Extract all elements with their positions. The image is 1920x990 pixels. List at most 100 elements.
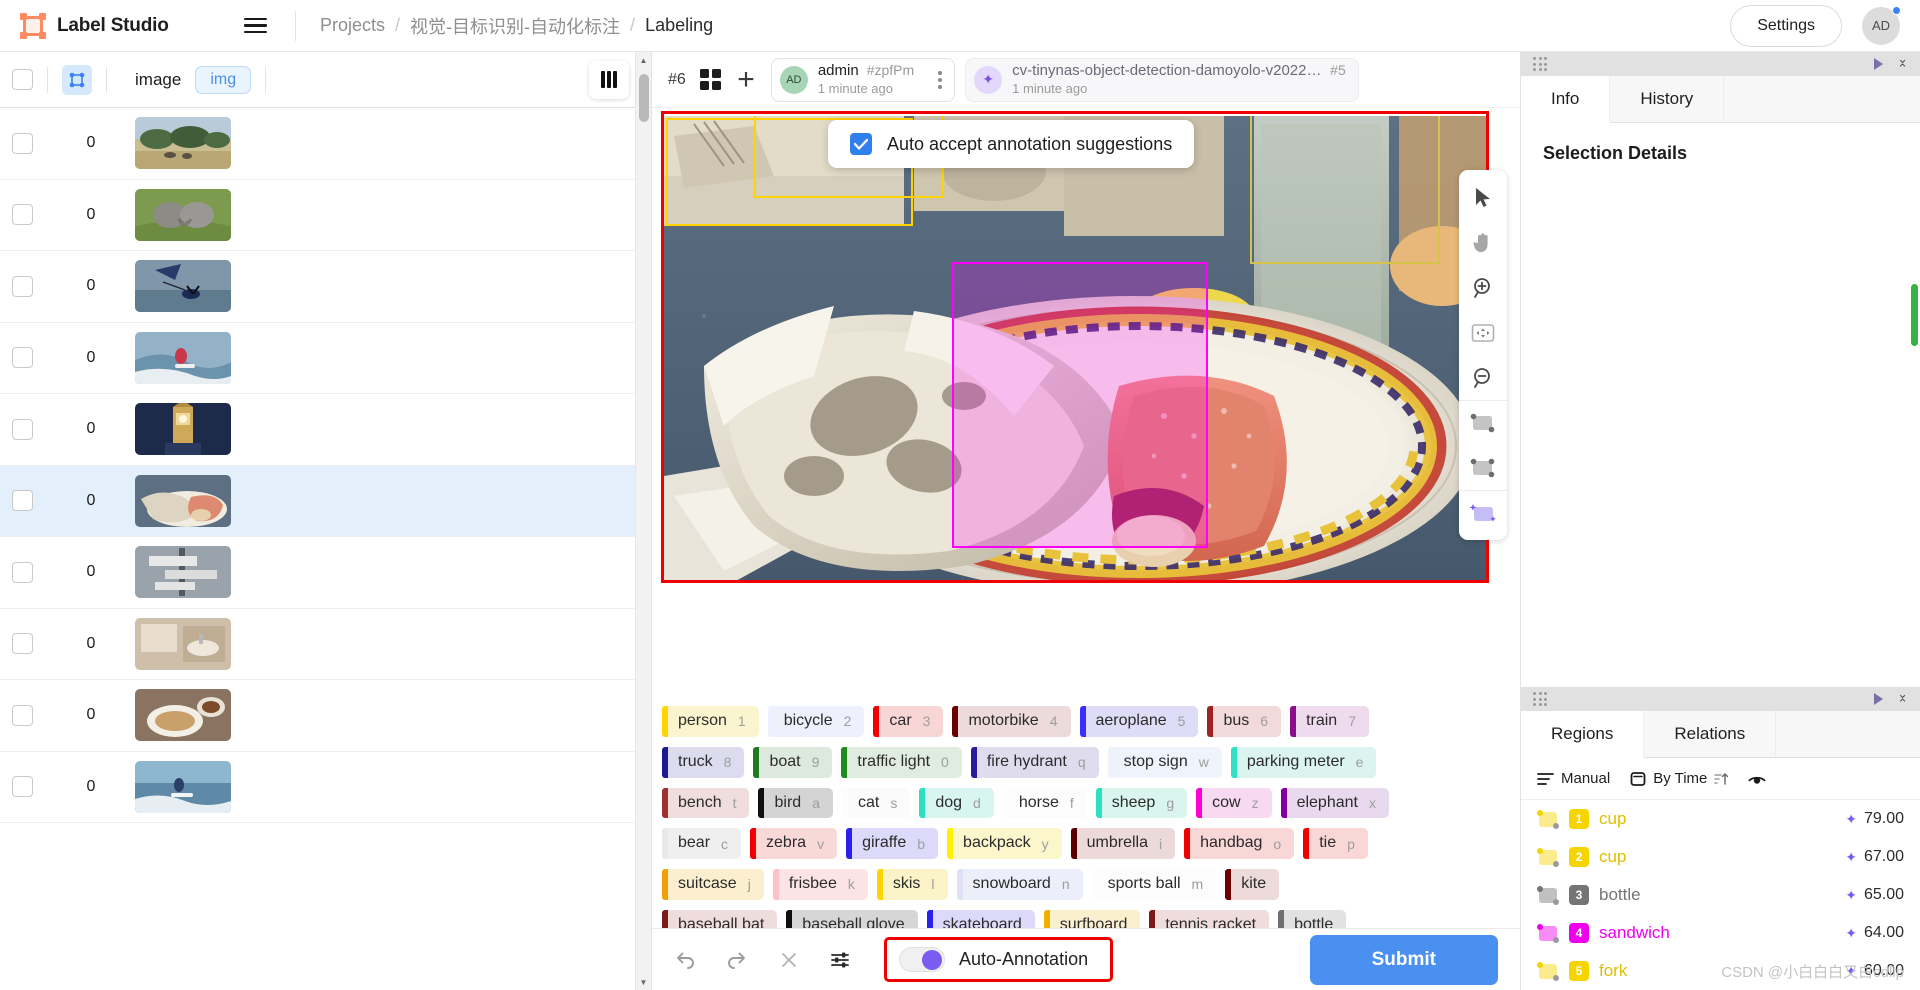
select-all-checkbox[interactable]: [12, 69, 33, 90]
collapse-icon[interactable]: ⌄ ⌃: [1897, 51, 1908, 75]
label-chip-fire-hydrant[interactable]: fire hydrant q: [970, 746, 1099, 778]
label-chip-traffic-light[interactable]: traffic light 0: [841, 746, 962, 778]
label-chip-bus[interactable]: bus 6: [1207, 706, 1282, 737]
label-chip-truck[interactable]: truck 8: [662, 746, 745, 778]
label-chip-giraffe[interactable]: giraffe b: [846, 828, 939, 860]
row-checkbox[interactable]: [12, 704, 33, 726]
image-canvas[interactable]: [664, 116, 1486, 582]
row-checkbox[interactable]: [12, 561, 33, 583]
row-checkbox[interactable]: [12, 132, 33, 154]
label-chip-snowboard[interactable]: snowboard n: [956, 869, 1083, 900]
tab-relations[interactable]: Relations: [1644, 711, 1777, 757]
label-chip-horse[interactable]: horse f: [1002, 787, 1087, 819]
pan-hand-icon[interactable]: [1459, 220, 1507, 265]
label-chip-baseball-bat[interactable]: baseball bat: [662, 909, 778, 928]
label-chip-cow[interactable]: cow z: [1196, 787, 1272, 819]
tab-info[interactable]: Info: [1521, 76, 1611, 123]
row-checkbox[interactable]: [12, 418, 33, 440]
region-row[interactable]: 3 bottle ✦ 65.00: [1521, 876, 1920, 914]
auto-annotation-control[interactable]: Auto-Annotation: [884, 937, 1114, 982]
table-row[interactable]: 0: [0, 108, 651, 180]
brand-block[interactable]: Label Studio: [20, 12, 230, 39]
row-checkbox[interactable]: [12, 490, 33, 512]
label-chip-elephant[interactable]: elephant x: [1280, 787, 1389, 819]
expand-icon[interactable]: [1874, 693, 1884, 705]
table-row[interactable]: 0: [0, 394, 651, 466]
settings-button[interactable]: Settings: [1730, 4, 1842, 47]
submit-button[interactable]: Submit: [1309, 934, 1498, 985]
region-row[interactable]: 2 cup ✦ 67.00: [1521, 838, 1920, 876]
undo-icon[interactable]: [670, 945, 700, 975]
regions-manual-order[interactable]: Manual: [1537, 770, 1610, 787]
regions-sort-by-time[interactable]: By Time: [1630, 770, 1729, 787]
label-chip-car[interactable]: car 3: [873, 706, 944, 737]
label-chip-skateboard[interactable]: skateboard: [926, 909, 1035, 928]
cursor-icon[interactable]: [1459, 175, 1507, 220]
table-row[interactable]: 0: [0, 608, 651, 680]
row-checkbox[interactable]: [12, 204, 33, 226]
auto-accept-checkbox[interactable]: [850, 133, 872, 155]
table-row[interactable]: 0: [0, 465, 651, 537]
info-panel-scrollbar[interactable]: [1911, 284, 1918, 346]
drag-handle-icon[interactable]: [1533, 57, 1547, 71]
label-chip-sheep[interactable]: sheep g: [1095, 787, 1188, 819]
scroll-thumb[interactable]: [639, 74, 649, 122]
table-row[interactable]: 0: [0, 680, 651, 752]
redo-icon[interactable]: [722, 945, 752, 975]
info-panel-grip[interactable]: ⌄ ⌃: [1521, 51, 1920, 76]
scroll-up-arrow[interactable]: ▲: [636, 52, 651, 68]
annotation-menu-icon[interactable]: [938, 70, 943, 89]
columns-button[interactable]: [589, 60, 629, 99]
label-chip-stop-sign[interactable]: stop sign w: [1107, 746, 1222, 778]
region-row[interactable]: 4 sandwich ✦ 64.00: [1521, 914, 1920, 952]
row-thumbnail[interactable]: [135, 474, 231, 527]
label-chip-bird[interactable]: bird a: [758, 787, 833, 819]
collapse-icon[interactable]: ⌄ ⌃: [1897, 686, 1908, 710]
row-checkbox[interactable]: [12, 275, 33, 297]
avatar[interactable]: AD: [1862, 5, 1901, 45]
label-chip-tennis-racket[interactable]: tennis racket: [1149, 909, 1270, 928]
label-chip-umbrella[interactable]: umbrella i: [1070, 828, 1176, 860]
label-chip-skis[interactable]: skis l: [876, 869, 948, 900]
hamburger-icon[interactable]: [244, 17, 267, 34]
label-chip-boat[interactable]: boat 9: [753, 746, 833, 778]
regions-visibility-toggle[interactable]: [1748, 772, 1767, 785]
region-row[interactable]: 1 cup ✦ 79.00: [1521, 800, 1920, 838]
row-checkbox[interactable]: [12, 347, 33, 369]
label-chip-bear[interactable]: bear c: [662, 828, 742, 860]
label-chip-dog[interactable]: dog d: [919, 787, 994, 819]
selection-tool-icon[interactable]: [62, 64, 92, 95]
table-row[interactable]: 0: [0, 251, 651, 323]
tab-history[interactable]: History: [1610, 76, 1725, 122]
label-chip-tie[interactable]: tie p: [1303, 828, 1368, 860]
row-thumbnail[interactable]: [135, 260, 231, 313]
label-chip-person[interactable]: person 1: [662, 706, 759, 737]
table-row[interactable]: 0: [0, 751, 651, 823]
label-chip-bench[interactable]: bench t: [662, 787, 750, 819]
plus-icon[interactable]: +: [737, 64, 755, 95]
regions-panel-grip[interactable]: ⌄ ⌃: [1521, 686, 1920, 711]
label-chip-baseball-glove[interactable]: baseball glove: [786, 909, 918, 928]
label-chip-zebra[interactable]: zebra v: [750, 828, 838, 860]
label-chip-motorbike[interactable]: motorbike 4: [952, 706, 1071, 737]
label-chip-aeroplane[interactable]: aeroplane 5: [1079, 706, 1199, 737]
drag-handle-icon[interactable]: [1533, 692, 1547, 706]
label-chip-cat[interactable]: cat s: [841, 787, 911, 819]
table-row[interactable]: 0: [0, 322, 651, 394]
label-chip-bicycle[interactable]: bicycle 2: [767, 706, 865, 737]
column-type-chip[interactable]: img: [195, 65, 252, 94]
data-manager-scrollbar[interactable]: ▲ ▼: [635, 52, 651, 990]
label-chip-sports-ball[interactable]: sports ball m: [1091, 869, 1217, 900]
label-chip-parking-meter[interactable]: parking meter e: [1230, 746, 1377, 778]
magic-rectangle-icon[interactable]: [1459, 490, 1507, 535]
auto-annotation-toggle[interactable]: [899, 947, 945, 972]
label-chip-train[interactable]: train 7: [1290, 706, 1369, 737]
row-thumbnail[interactable]: [135, 689, 231, 742]
row-thumbnail[interactable]: [135, 760, 231, 813]
table-row[interactable]: 0: [0, 537, 651, 609]
tab-regions[interactable]: Regions: [1521, 711, 1645, 758]
annotation-card-admin[interactable]: AD admin #zpfPm 1 minute ago: [770, 57, 956, 102]
breadcrumb-project-name[interactable]: 视觉-目标识别-自动化标注: [410, 13, 620, 39]
label-chip-suitcase[interactable]: suitcase j: [662, 869, 764, 900]
scroll-down-arrow[interactable]: ▼: [636, 974, 651, 990]
